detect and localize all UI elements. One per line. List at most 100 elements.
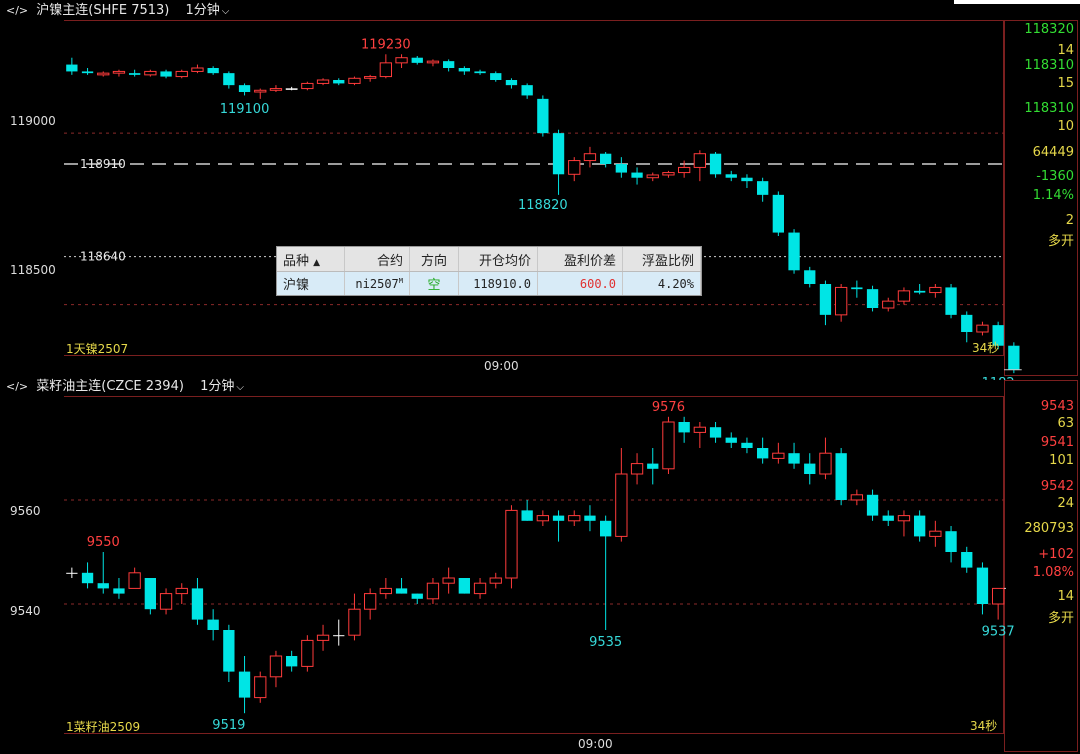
- candle-body-down[interactable]: [81, 572, 94, 584]
- candle-body-down[interactable]: [584, 515, 596, 521]
- candle-body-flat[interactable]: [66, 572, 78, 574]
- candle-body-flat[interactable]: [285, 88, 298, 90]
- candle-body-flat[interactable]: [333, 635, 345, 637]
- candle-body-down[interactable]: [772, 194, 785, 233]
- candle-body-up[interactable]: [882, 300, 895, 309]
- candle-body-down[interactable]: [521, 510, 533, 521]
- candle-body-up[interactable]: [348, 608, 361, 636]
- candle-body-up[interactable]: [991, 587, 1005, 605]
- candle-body-up[interactable]: [834, 286, 848, 316]
- candle-body-down[interactable]: [945, 531, 957, 552]
- candle-body-up[interactable]: [662, 421, 675, 470]
- candle-body-up[interactable]: [97, 72, 110, 76]
- candle-body-down[interactable]: [490, 73, 502, 80]
- candle-body-up[interactable]: [536, 515, 550, 522]
- candle-body-down[interactable]: [537, 98, 549, 134]
- candle-body-down[interactable]: [66, 64, 78, 72]
- candle-body-up[interactable]: [426, 60, 440, 64]
- candle-body-up[interactable]: [363, 593, 377, 610]
- candle-body-down[interactable]: [851, 287, 863, 290]
- candle-body-down[interactable]: [945, 287, 957, 315]
- col-direction[interactable]: 方向: [409, 247, 459, 272]
- candle-body-down[interactable]: [709, 427, 722, 438]
- candle-body-up[interactable]: [379, 587, 393, 595]
- candle-body-up[interactable]: [630, 463, 644, 475]
- candle-body-down[interactable]: [458, 578, 471, 594]
- candle-body-up[interactable]: [646, 174, 659, 179]
- candle-body-down[interactable]: [882, 515, 894, 521]
- candle-body-up[interactable]: [473, 582, 487, 595]
- candle-body-down[interactable]: [160, 71, 172, 77]
- candle-body-down[interactable]: [866, 289, 879, 308]
- candle-body-down[interactable]: [961, 552, 973, 568]
- candle-body-down[interactable]: [804, 463, 816, 474]
- candle-body-down[interactable]: [678, 422, 690, 433]
- candle-body-up[interactable]: [379, 62, 393, 78]
- candle-body-down[interactable]: [505, 80, 518, 86]
- candle-body-up[interactable]: [568, 515, 581, 522]
- candle-body-down[interactable]: [709, 153, 722, 175]
- candle-body-up[interactable]: [175, 587, 188, 595]
- candle-body-down[interactable]: [741, 442, 753, 448]
- candle-body-down[interactable]: [411, 57, 423, 63]
- candle-body-up[interactable]: [395, 57, 408, 64]
- col-variety[interactable]: 品种 ▲: [277, 247, 345, 272]
- candle-body-down[interactable]: [976, 567, 989, 604]
- candle-body-down[interactable]: [788, 453, 800, 464]
- candle-body-down[interactable]: [552, 515, 565, 521]
- candle-body-up[interactable]: [583, 153, 597, 162]
- candle-body-down[interactable]: [647, 463, 659, 469]
- candle-body-up[interactable]: [442, 577, 455, 584]
- candle-body-down[interactable]: [285, 656, 298, 667]
- candle-body-down[interactable]: [442, 61, 455, 68]
- candle-body-up[interactable]: [662, 172, 675, 176]
- candle-body-down[interactable]: [756, 181, 769, 195]
- candle-body-up[interactable]: [505, 509, 518, 579]
- candle-body-up[interactable]: [976, 324, 989, 333]
- candle-body-up[interactable]: [175, 70, 188, 78]
- candle-body-down[interactable]: [411, 593, 423, 599]
- candle-body-up[interactable]: [316, 79, 330, 84]
- candle-body-down[interactable]: [207, 619, 219, 630]
- candle-body-up[interactable]: [112, 70, 126, 74]
- candle-body-down[interactable]: [223, 73, 235, 86]
- candle-body-up[interactable]: [348, 77, 361, 84]
- candle-body-down[interactable]: [238, 85, 251, 92]
- candle-body-down[interactable]: [615, 164, 628, 173]
- candle-body-up[interactable]: [254, 89, 267, 93]
- candle-body-up[interactable]: [693, 426, 707, 433]
- candle-body-down[interactable]: [395, 588, 408, 594]
- candle-body-down[interactable]: [599, 520, 612, 537]
- candle-body-down[interactable]: [552, 133, 565, 175]
- candle-body-down[interactable]: [741, 177, 753, 182]
- candle-body-up[interactable]: [128, 572, 141, 589]
- candle-body-down[interactable]: [207, 68, 219, 74]
- candle-body-up[interactable]: [301, 82, 314, 90]
- candle-body-down[interactable]: [191, 588, 204, 620]
- panel1-candlestick-chart[interactable]: 1189101186401192301191001188201182: [0, 0, 1080, 380]
- candle-body-down[interactable]: [238, 671, 251, 698]
- candle-body-down[interactable]: [631, 172, 643, 178]
- col-open-avg[interactable]: 开仓均价: [458, 247, 538, 272]
- candle-body-down[interactable]: [913, 290, 926, 293]
- candle-body-down[interactable]: [458, 68, 471, 72]
- candle-body-down[interactable]: [474, 71, 486, 74]
- candle-body-up[interactable]: [254, 676, 267, 699]
- candle-body-up[interactable]: [363, 76, 377, 79]
- candle-body-down[interactable]: [819, 284, 832, 315]
- candle-body-down[interactable]: [81, 71, 94, 74]
- position-table[interactable]: 品种 ▲ 合约 方向 开仓均价 盈利价差 浮盈比例 沪镍 ni2507M 空 1…: [276, 246, 702, 296]
- candle-body-up[interactable]: [693, 153, 707, 168]
- candle-body-up[interactable]: [159, 593, 173, 610]
- candle-body-down[interactable]: [788, 232, 800, 271]
- candle-body-down[interactable]: [866, 494, 879, 516]
- candle-body-up[interactable]: [568, 160, 581, 175]
- candle-body-up[interactable]: [269, 88, 283, 91]
- candle-body-down[interactable]: [97, 583, 109, 589]
- candle-body-down[interactable]: [725, 174, 737, 178]
- candle-body-up[interactable]: [897, 515, 911, 522]
- candle-body-down[interactable]: [835, 453, 847, 500]
- candle-body-down[interactable]: [961, 314, 973, 332]
- table-row[interactable]: 沪镍 ni2507M 空 118910.0 600.0 4.20%: [277, 271, 701, 295]
- candle-body-up[interactable]: [489, 577, 502, 584]
